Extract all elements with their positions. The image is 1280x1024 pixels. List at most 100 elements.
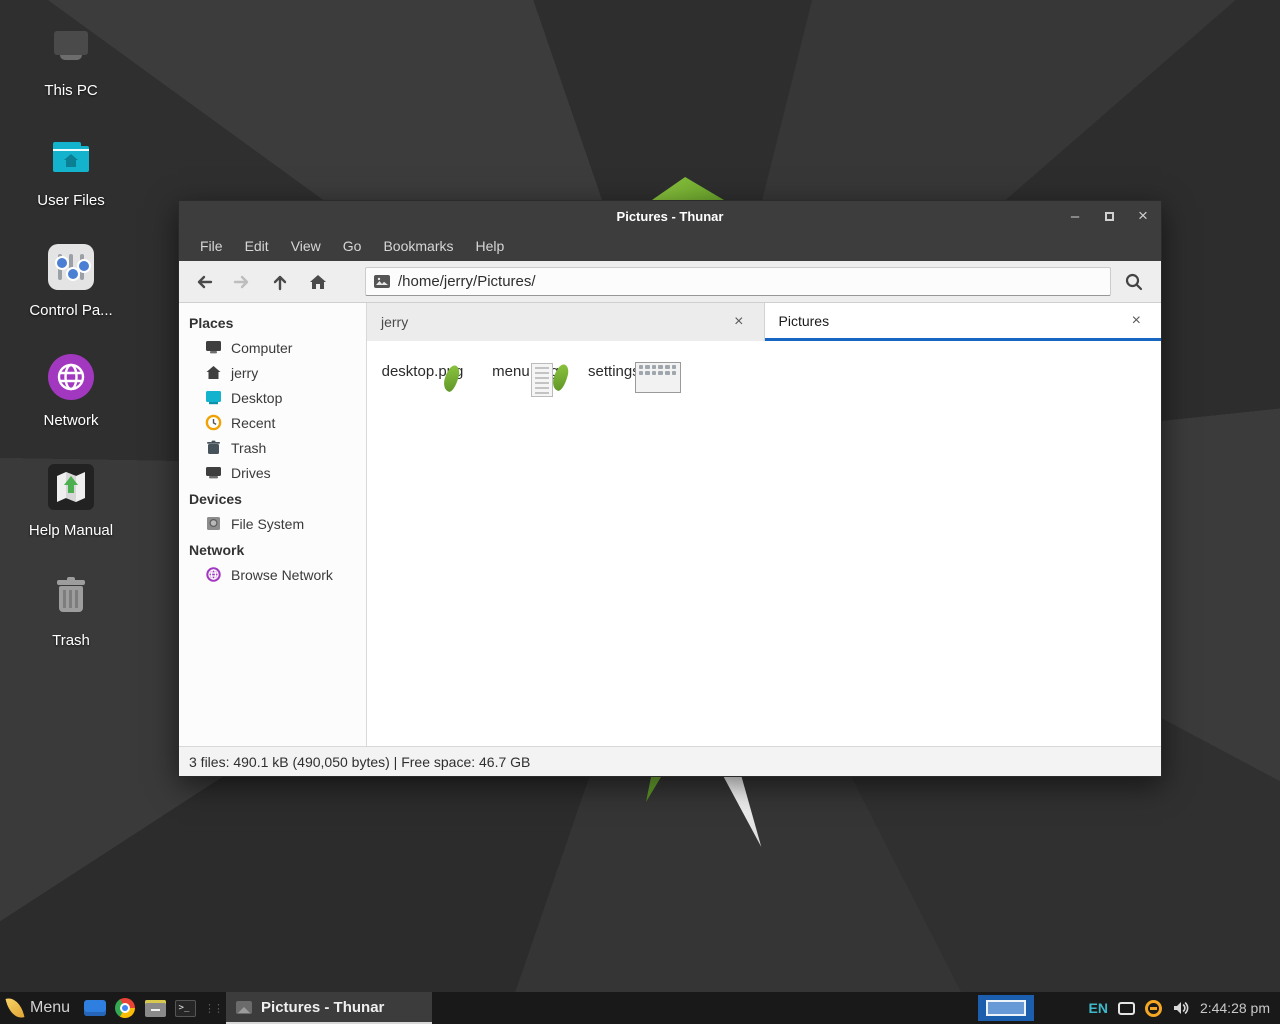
sidebar-item-recent[interactable]: Recent	[179, 410, 366, 435]
desktop-icon-trash[interactable]: Trash	[18, 574, 124, 649]
window-controls: – ×	[1065, 201, 1153, 231]
panel-handle[interactable]: ⋮⋮	[204, 1002, 222, 1015]
computer-icon	[205, 339, 222, 356]
path-text: /home/jerry/Pictures/	[398, 273, 536, 290]
desktop-icon-help-manual[interactable]: Help Manual	[18, 464, 124, 539]
sidebar-item-label: File System	[231, 516, 304, 532]
desktop-icon-this-pc[interactable]: This PC	[18, 24, 124, 99]
show-desktop-icon[interactable]	[80, 995, 110, 1021]
keyboard-layout-indicator[interactable]: EN	[1088, 1000, 1107, 1016]
file-desktop-png[interactable]: desktop.png	[375, 353, 470, 384]
close-icon[interactable]: ×	[728, 313, 749, 331]
minimize-icon[interactable]: –	[1065, 206, 1085, 226]
filesystem-drive-icon	[205, 515, 222, 532]
tab-pictures[interactable]: Pictures ×	[765, 303, 1162, 341]
image-file-icon	[374, 275, 390, 288]
menu-button[interactable]: Menu	[30, 999, 70, 1017]
sidebar-item-desktop[interactable]: Desktop	[179, 385, 366, 410]
sidebar-item-file-system[interactable]: File System	[179, 511, 366, 536]
recent-clock-icon	[205, 414, 222, 431]
drives-icon	[205, 464, 222, 481]
sidebar-header-network: Network	[179, 536, 366, 562]
sidebar-item-label: Trash	[231, 440, 266, 456]
window-titlebar[interactable]: Pictures - Thunar – ×	[179, 201, 1161, 231]
sidebar-item-drives[interactable]: Drives	[179, 460, 366, 485]
computer-icon	[48, 24, 94, 70]
sidebar-item-label: jerry	[231, 365, 258, 381]
sidebar-header-places: Places	[179, 309, 366, 335]
menu-feather-icon[interactable]	[6, 996, 25, 1021]
sidebar-item-computer[interactable]: Computer	[179, 335, 366, 360]
sidebar: Places Computer jerry Desktop Recent	[179, 303, 367, 746]
sidebar-item-label: Desktop	[231, 390, 282, 406]
desktop-wallpaper: This PC User Files Control Pa... Network…	[0, 0, 1280, 1024]
taskbar-window-label: Pictures - Thunar	[261, 999, 384, 1016]
desktop-icon-user-files[interactable]: User Files	[18, 134, 124, 209]
home-icon	[205, 364, 222, 381]
desktop-icon-label: Help Manual	[18, 522, 124, 539]
control-panel-icon	[48, 244, 94, 290]
menubar: File Edit View Go Bookmarks Help	[179, 231, 1161, 261]
maximize-icon[interactable]	[1099, 206, 1119, 226]
file-list[interactable]: desktop.png menu.png	[367, 341, 1161, 746]
file-settings-png[interactable]: settings.png	[581, 353, 676, 384]
network-globe-icon	[48, 354, 94, 400]
active-workspace[interactable]	[986, 1000, 1026, 1016]
sidebar-item-trash[interactable]: Trash	[179, 435, 366, 460]
taskbar: Menu >_ ⋮⋮ Pictures - Thunar EN 2:44:28 …	[0, 992, 1280, 1024]
trash-icon	[205, 439, 222, 456]
browse-network-icon	[205, 566, 222, 583]
desktop-icon-label: Control Pa...	[18, 302, 124, 319]
file-menu-png[interactable]: menu.png	[478, 353, 573, 384]
desktop-icon	[205, 389, 222, 406]
status-bar: 3 files: 490.1 kB (490,050 bytes) | Free…	[179, 746, 1161, 776]
tab-label: jerry	[381, 314, 728, 330]
sidebar-item-label: Drives	[231, 465, 271, 481]
desktop-icon-control-panel[interactable]: Control Pa...	[18, 244, 124, 319]
status-text: 3 files: 490.1 kB (490,050 bytes) | Free…	[189, 754, 530, 770]
forward-icon[interactable]	[225, 267, 259, 297]
file-manager-icon[interactable]	[140, 995, 170, 1021]
workspace-switcher[interactable]	[978, 995, 1034, 1021]
toolbar: /home/jerry/Pictures/	[179, 261, 1161, 303]
clock[interactable]: 2:44:28 pm	[1200, 1000, 1270, 1016]
chrome-icon[interactable]	[110, 995, 140, 1021]
update-manager-icon[interactable]	[1145, 1000, 1162, 1017]
desktop-icon-label: This PC	[18, 82, 124, 99]
menu-bookmarks[interactable]: Bookmarks	[372, 234, 464, 258]
thunar-app-icon	[236, 1001, 252, 1014]
sidebar-item-label: Computer	[231, 340, 292, 356]
wallpaper-feather	[719, 775, 765, 847]
desktop-icon-label: Trash	[18, 632, 124, 649]
menu-help[interactable]: Help	[465, 234, 516, 258]
desktop-icon-label: Network	[18, 412, 124, 429]
sidebar-item-label: Recent	[231, 415, 275, 431]
window-title: Pictures - Thunar	[179, 209, 1161, 224]
system-tray: EN 2:44:28 pm	[978, 995, 1280, 1021]
menu-file[interactable]: File	[189, 234, 234, 258]
trash-icon	[48, 574, 94, 620]
menu-edit[interactable]: Edit	[234, 234, 280, 258]
menu-view[interactable]: View	[280, 234, 332, 258]
desktop-icon-label: User Files	[18, 192, 124, 209]
tab-jerry[interactable]: jerry ×	[367, 303, 765, 341]
back-icon[interactable]	[187, 267, 221, 297]
desktop-icon-network[interactable]: Network	[18, 354, 124, 429]
home-icon[interactable]	[301, 267, 335, 297]
volume-icon[interactable]	[1172, 1000, 1190, 1016]
wallpaper-green-leaf-top	[652, 177, 724, 200]
close-icon[interactable]: ×	[1126, 312, 1147, 330]
sidebar-header-devices: Devices	[179, 485, 366, 511]
sidebar-item-browse-network[interactable]: Browse Network	[179, 562, 366, 587]
terminal-icon[interactable]: >_	[170, 995, 200, 1021]
sidebar-item-jerry[interactable]: jerry	[179, 360, 366, 385]
menu-go[interactable]: Go	[332, 234, 373, 258]
path-bar[interactable]: /home/jerry/Pictures/	[365, 267, 1111, 296]
display-tray-icon[interactable]	[1118, 1002, 1135, 1015]
search-icon[interactable]	[1115, 267, 1153, 297]
help-manual-icon	[48, 464, 94, 510]
close-icon[interactable]: ×	[1133, 206, 1153, 226]
tab-label: Pictures	[779, 313, 1126, 329]
up-icon[interactable]	[263, 267, 297, 297]
taskbar-window-button[interactable]: Pictures - Thunar	[226, 992, 432, 1024]
